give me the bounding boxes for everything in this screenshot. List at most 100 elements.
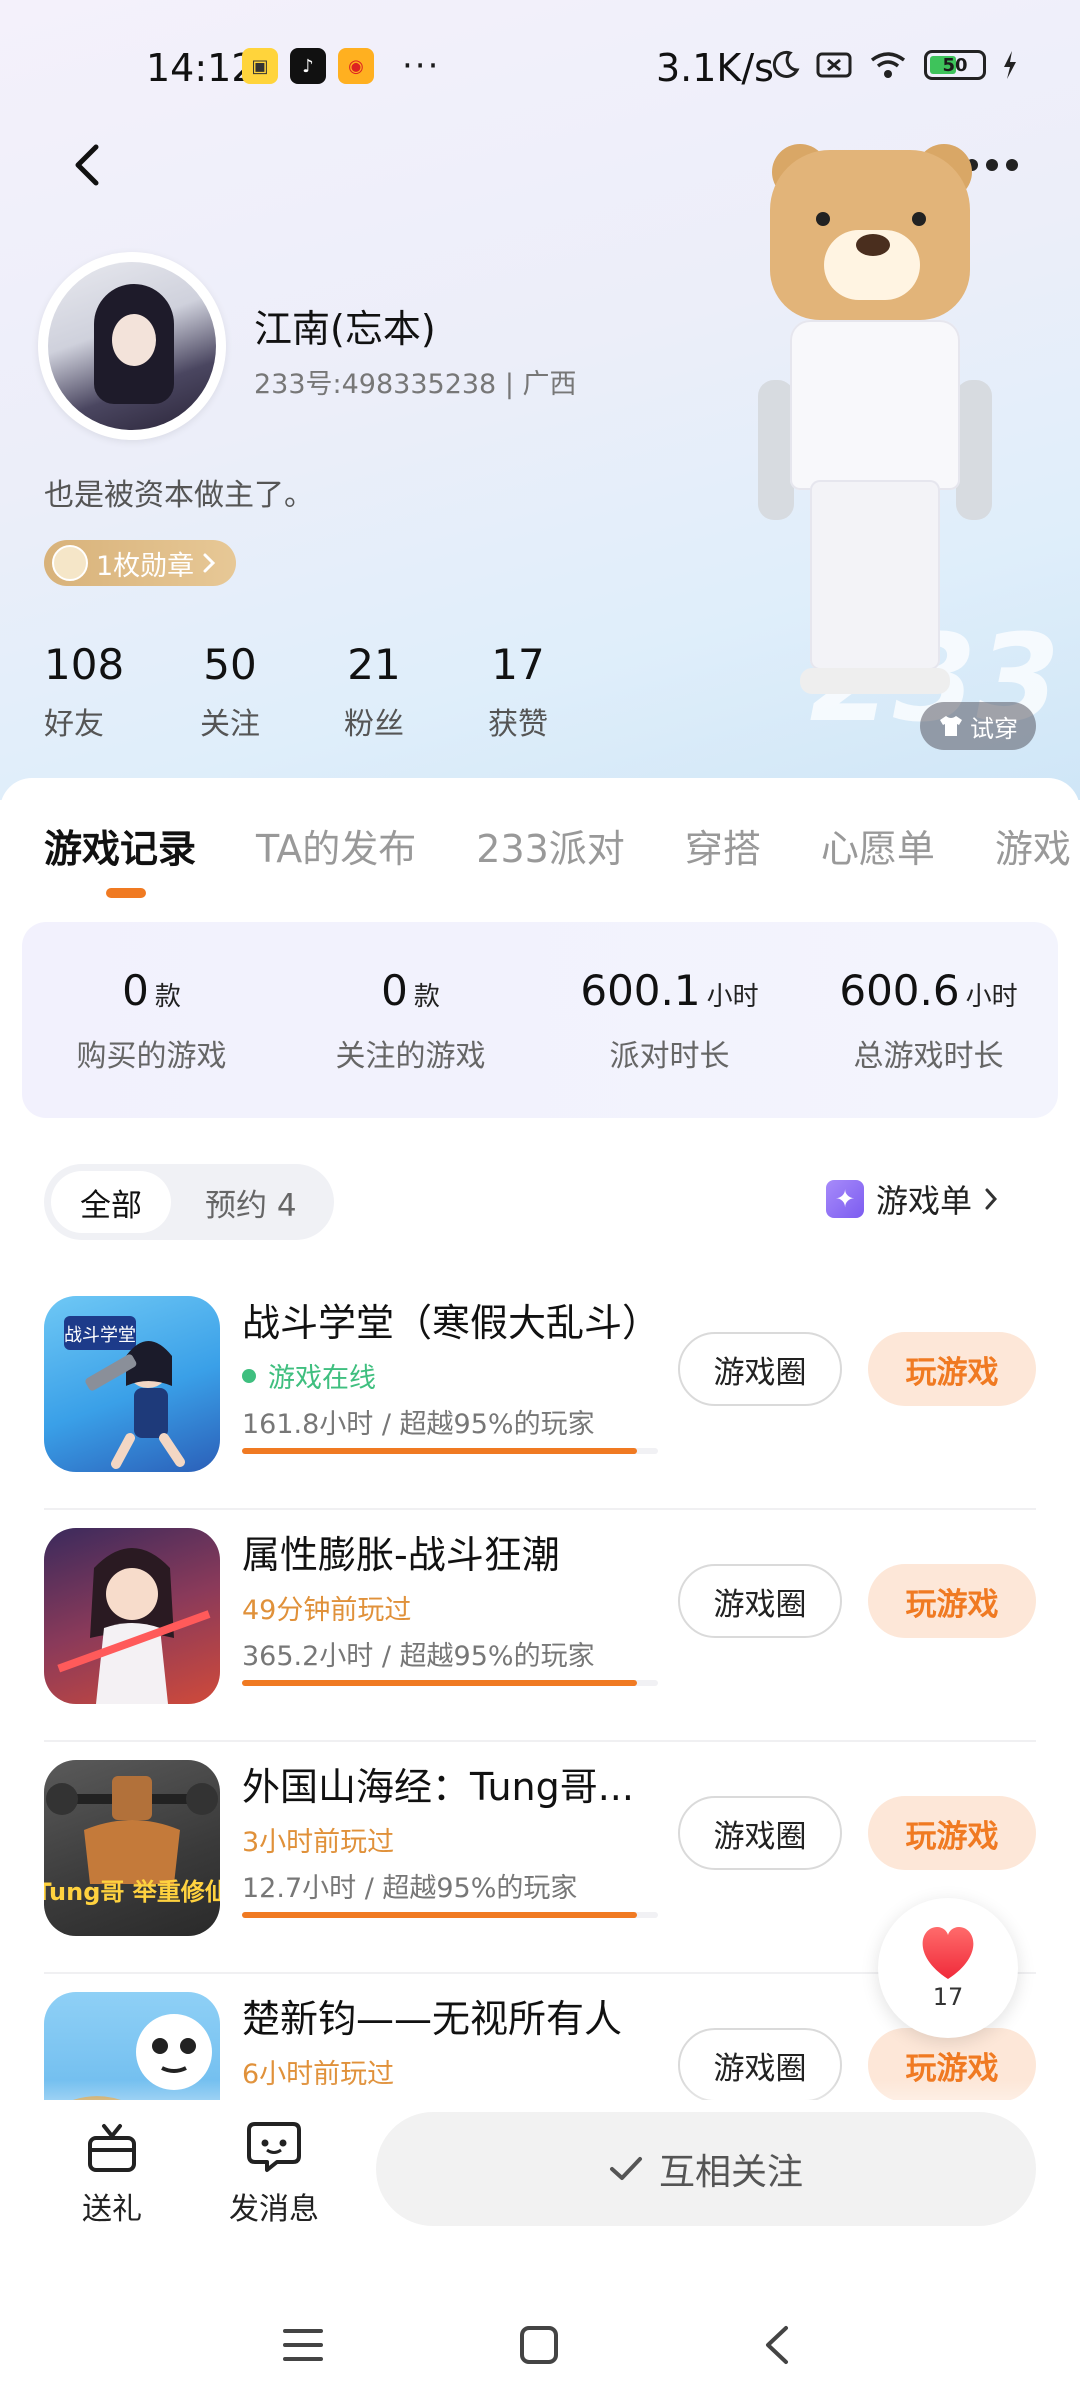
system-navigation-bar [0,2290,1080,2400]
profile-tabs: 游戏记录 TA的发布 233派对 穿搭 心愿单 游戏 [44,818,1080,873]
stat-value: 21 [347,640,401,689]
user-avatar[interactable] [38,252,226,440]
game-list-label: 游戏单 [876,1182,973,1220]
filter-all[interactable]: 全部 [51,1171,171,1233]
stat-fans[interactable]: 21 粉丝 [302,640,446,743]
game-title: 战斗学堂（寒假大乱斗） [242,1301,661,1345]
home-button[interactable] [514,2320,564,2370]
chevron-right-icon [985,1188,998,1210]
tab-233-party[interactable]: 233派对 [476,818,625,873]
playtime-progress-bar [242,1912,658,1918]
summary-unit: 小时 [965,981,1018,1012]
chat-bubble-icon [247,2122,301,2172]
chevron-right-icon [203,553,216,573]
game-playtime: 365.2小时 / 超越95%的玩家 [242,1641,595,1672]
game-artwork [57,1548,211,1704]
game-status-text: 3小时前玩过 [242,1827,395,1858]
game-list-link[interactable]: ✦ 游戏单 [826,1176,998,1222]
recent-apps-button[interactable] [278,2320,328,2370]
medal-icon [52,545,88,581]
game-icon-text: 战斗学堂 [64,1325,136,1346]
stat-friends[interactable]: 108 好友 [44,640,158,743]
network-speed: 3.1K/s [656,46,774,90]
game-artwork: 战斗学堂 [64,1316,185,1469]
summary-followed[interactable]: 0款 关注的游戏 [281,922,540,1118]
triangle-back-icon [766,2326,788,2364]
like-button[interactable]: 17 [878,1898,1018,2038]
game-status: 49分钟前玩过 [242,1588,411,1627]
stat-label: 关注 [200,707,260,742]
stat-value: 50 [203,640,257,689]
heart-icon [922,1927,974,1979]
gift-label: 送礼 [82,2192,142,2227]
stat-label: 获赞 [488,707,548,742]
game-icon[interactable] [44,1528,220,1704]
play-game-button[interactable]: 玩游戏 [868,1796,1036,1870]
game-circle-button[interactable]: 游戏圈 [678,1332,842,1406]
game-row[interactable]: 属性膨胀-战斗狂潮 49分钟前玩过 365.2小时 / 超越95%的玩家 游戏圈… [44,1510,1036,1742]
game-row[interactable]: 战斗学堂 战斗学堂（寒假大乱斗） 游戏在线 161.8小时 / 超越95%的玩家… [44,1278,1036,1510]
summary-purchased[interactable]: 0款 购买的游戏 [22,922,281,1118]
game-status: 游戏在线 [242,1356,376,1395]
summary-unit: 款 [154,981,181,1012]
moon-icon [772,50,800,78]
stat-label: 粉丝 [344,707,404,742]
message-button[interactable]: 发消息 [214,2120,334,2228]
game-filter-toggle: 全部 预约 4 [44,1164,334,1240]
stat-value: 17 [491,640,545,689]
try-on-button[interactable]: 试穿 [920,702,1036,750]
mutual-follow-button[interactable]: 互相关注 [376,2112,1036,2226]
more-notifications-icon: ··· [402,46,441,86]
play-game-button[interactable]: 玩游戏 [868,1564,1036,1638]
medal-count-label: 1枚勋章 [96,550,195,582]
stat-likes[interactable]: 17 获赞 [446,640,590,743]
stat-value: 108 [44,640,125,689]
medal-badge-button[interactable]: 1枚勋章 [44,540,237,586]
user-id-location: 233号:498335238 | 广西 [254,369,577,400]
notification-icons: ▣ ♪ ◉ [242,48,374,84]
gift-button[interactable]: 送礼 [52,2120,172,2228]
tab-posts[interactable]: TA的发布 [256,818,416,873]
filter-reserved[interactable]: 预约 4 [205,1180,297,1225]
system-back-button[interactable] [752,2320,802,2370]
tab-games-more[interactable]: 游戏 [995,818,1071,873]
play-game-button[interactable]: 玩游戏 [868,1332,1036,1406]
checkmark-icon [609,2157,642,2180]
game-icon[interactable]: Tung哥 举重修仙 [44,1760,220,1936]
tab-outfits[interactable]: 穿搭 [685,818,761,873]
status-time: 14:12 [146,46,256,90]
game-artwork: Tung哥 举重修仙 [44,1776,220,1906]
game-icon[interactable]: 战斗学堂 [44,1296,220,1472]
no-sim-icon [816,52,852,78]
status-bar: 14:12 ▣ ♪ ◉ ··· 3.1K/s 50 [0,40,1080,100]
summary-label: 总游戏时长 [853,1038,1004,1074]
summary-unit: 款 [413,981,440,1012]
tab-wishlist[interactable]: 心愿单 [821,818,935,873]
summary-value: 600.6 [839,965,960,1015]
back-button[interactable] [62,140,112,190]
square-icon [520,2326,558,2364]
summary-total-time: 600.6 小时 总游戏时长 [799,922,1058,1118]
menu-lines-icon [283,2329,323,2361]
tab-game-records[interactable]: 游戏记录 [44,818,196,873]
summary-value: 600.1 [580,965,701,1015]
game-playtime: 12.7小时 / 超越95%的玩家 [242,1873,578,1904]
charging-icon [1004,51,1016,79]
weibo-icon: ◉ [338,48,374,84]
profile-stats: 108 好友 50 关注 21 粉丝 17 获赞 [44,640,590,743]
playtime-progress-bar [242,1448,658,1454]
summary-value: 0 [122,965,149,1015]
game-circle-button[interactable]: 游戏圈 [678,1564,842,1638]
game-title: 外国山海经：Tung哥... [242,1765,634,1809]
summary-value: 0 [381,965,408,1015]
playtime-progress-bar [242,1680,658,1686]
summary-party-time: 600.1 小时 派对时长 [540,922,799,1118]
character-avatar-figure[interactable] [758,144,1000,710]
online-dot-icon [242,1368,256,1383]
stat-following[interactable]: 50 关注 [158,640,302,743]
user-bio: 也是被资本做主了。 [44,478,314,513]
stat-label: 好友 [44,707,104,742]
game-icon-text: Tung哥 举重修仙 [44,1878,220,1906]
game-circle-button[interactable]: 游戏圈 [678,1796,842,1870]
chevron-left-icon [75,144,99,186]
